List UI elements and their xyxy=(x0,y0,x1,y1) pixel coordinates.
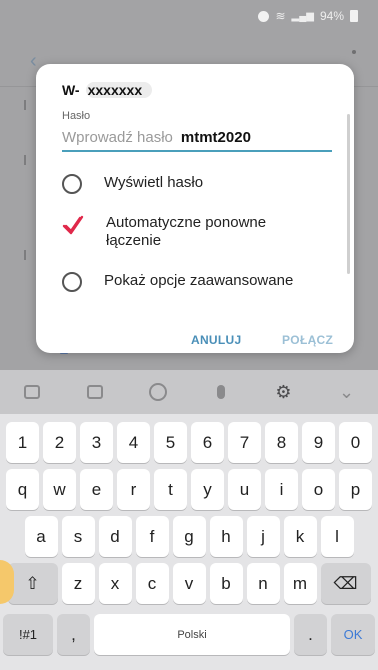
shift-icon: ⇧ xyxy=(25,573,40,593)
password-placeholder: Wprowadź hasło xyxy=(62,128,173,146)
key-w[interactable]: w xyxy=(43,469,76,510)
show-password-label: Wyświetl hasło xyxy=(104,174,204,191)
key-l[interactable]: l xyxy=(320,516,354,557)
key-9[interactable]: 9 xyxy=(302,422,335,463)
battery-percent: 94% xyxy=(319,9,344,23)
key-e[interactable]: e xyxy=(80,469,113,510)
battery-icon xyxy=(350,10,358,22)
key-v[interactable]: v xyxy=(172,563,206,604)
key-q[interactable]: q xyxy=(6,469,39,510)
password-value: mtmt2020 xyxy=(180,128,251,146)
keyboard-bottom-row: !#1 , Polski . OK xyxy=(0,614,378,655)
wifi-connect-dialog: W- xxxxxxx Hasło Wprowadź hasło mtmt2020… xyxy=(36,64,354,353)
sticker-icon[interactable] xyxy=(0,385,63,399)
key-x[interactable]: x xyxy=(98,563,132,604)
key-u[interactable]: u xyxy=(228,469,261,510)
comma-key[interactable]: , xyxy=(57,614,90,655)
backspace-icon: ⌫ xyxy=(333,573,358,593)
connect-button[interactable]: POŁĄCZ xyxy=(282,333,333,347)
advanced-options-checkbox[interactable] xyxy=(62,272,82,292)
key-z[interactable]: z xyxy=(61,563,95,604)
key-c[interactable]: c xyxy=(135,563,169,604)
keyboard-row-1: q w e r t y u i o p xyxy=(0,469,378,510)
microphone-icon[interactable] xyxy=(189,385,252,399)
key-r[interactable]: r xyxy=(117,469,150,510)
checkmark-icon[interactable] xyxy=(62,214,84,236)
ssid-masked: xxxxxxx xyxy=(85,82,153,98)
key-2[interactable]: 2 xyxy=(43,422,76,463)
clipboard-icon[interactable] xyxy=(63,385,126,399)
ssid-prefix: W- xyxy=(62,82,80,98)
settings-gear-icon[interactable]: ⚙ xyxy=(252,382,315,403)
auto-reconnect-line2: łączenie xyxy=(106,232,162,249)
background-mark xyxy=(24,155,30,165)
password-label: Hasło xyxy=(62,110,91,122)
network-name: W- xxxxxxx xyxy=(62,82,153,98)
emoji-icon[interactable] xyxy=(126,383,189,401)
background-mark xyxy=(24,250,30,260)
keyboard-number-row: 1 2 3 4 5 6 7 8 9 0 xyxy=(0,422,378,463)
key-n[interactable]: n xyxy=(246,563,280,604)
show-password-checkbox[interactable] xyxy=(62,174,82,194)
key-s[interactable]: s xyxy=(61,516,95,557)
key-m[interactable]: m xyxy=(283,563,317,604)
advanced-options-option[interactable]: Pokaż opcje zaawansowane xyxy=(62,272,293,292)
shift-key[interactable]: ⇧ xyxy=(7,563,58,604)
auto-reconnect-line1: Automatyczne ponowne xyxy=(106,214,267,231)
back-arrow-icon: ‹ xyxy=(30,50,37,72)
key-g[interactable]: g xyxy=(172,516,206,557)
key-0[interactable]: 0 xyxy=(339,422,372,463)
password-field[interactable]: Wprowadź hasło mtmt2020 xyxy=(62,124,332,152)
show-password-option[interactable]: Wyświetl hasło xyxy=(62,174,203,194)
key-t[interactable]: t xyxy=(154,469,187,510)
advanced-options-label: Pokaż opcje zaawansowane xyxy=(104,272,294,289)
signal-icon: ▂▄▆ xyxy=(291,10,314,22)
key-6[interactable]: 6 xyxy=(191,422,224,463)
key-k[interactable]: k xyxy=(283,516,317,557)
key-1[interactable]: 1 xyxy=(6,422,39,463)
symbols-key[interactable]: !#1 xyxy=(3,614,53,655)
keyboard-toolbar: ⚙ ⌄ xyxy=(0,370,378,414)
auto-reconnect-label: Automatyczne ponowne łączenie xyxy=(106,214,266,250)
key-5[interactable]: 5 xyxy=(154,422,187,463)
key-f[interactable]: f xyxy=(135,516,169,557)
key-d[interactable]: d xyxy=(98,516,132,557)
key-o[interactable]: o xyxy=(302,469,335,510)
backspace-key[interactable]: ⌫ xyxy=(320,563,371,604)
key-a[interactable]: a xyxy=(24,516,58,557)
background-mark xyxy=(24,100,30,110)
alarm-icon xyxy=(258,10,270,22)
more-icon xyxy=(352,50,356,54)
auto-reconnect-option[interactable]: Automatyczne ponowne łączenie xyxy=(62,214,266,250)
ok-key[interactable]: OK xyxy=(331,614,375,655)
cancel-button[interactable]: ANULUJ xyxy=(191,333,241,347)
period-key[interactable]: . xyxy=(294,614,327,655)
key-i[interactable]: i xyxy=(265,469,298,510)
key-p[interactable]: p xyxy=(339,469,372,510)
key-8[interactable]: 8 xyxy=(265,422,298,463)
key-h[interactable]: h xyxy=(209,516,243,557)
status-bar: ≋ ▂▄▆ 94% xyxy=(0,0,378,34)
keyboard-row-3: ⇧ z x c v b n m ⌫ xyxy=(0,563,378,604)
dialog-scrollbar[interactable] xyxy=(347,114,350,274)
collapse-keyboard-icon[interactable]: ⌄ xyxy=(315,382,378,403)
key-4[interactable]: 4 xyxy=(117,422,150,463)
keyboard: ⚙ ⌄ 1 2 3 4 5 6 7 8 9 0 q w e r t y u i … xyxy=(0,370,378,670)
key-y[interactable]: y xyxy=(191,469,224,510)
key-7[interactable]: 7 xyxy=(228,422,261,463)
wifi-icon: ≋ xyxy=(275,9,286,23)
space-key[interactable]: Polski xyxy=(94,614,290,655)
key-3[interactable]: 3 xyxy=(80,422,113,463)
key-j[interactable]: j xyxy=(246,516,280,557)
key-b[interactable]: b xyxy=(209,563,243,604)
keyboard-row-2: a s d f g h j k l xyxy=(0,516,378,557)
